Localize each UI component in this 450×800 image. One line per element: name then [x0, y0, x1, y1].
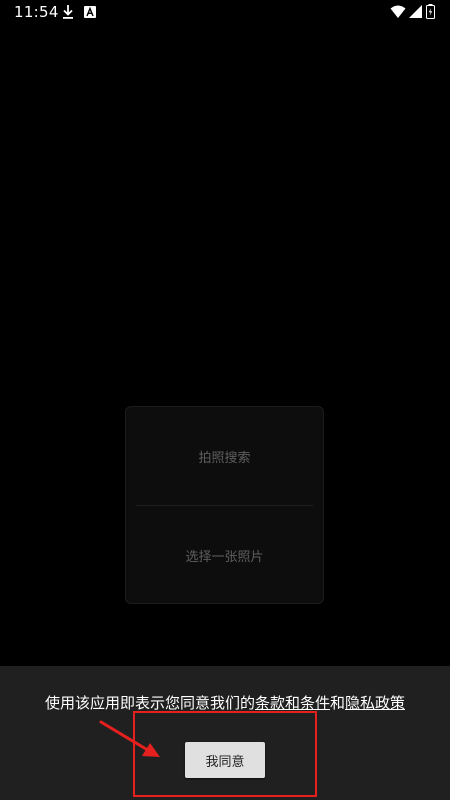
consent-text: 使用该应用即表示您同意我们的条款和条件和隐私政策: [0, 692, 450, 713]
consent-conjunction: 和: [330, 694, 346, 712]
agree-button[interactable]: 我同意: [185, 742, 265, 778]
take-photo-search-label: 拍照搜索: [198, 450, 251, 466]
download-icon: [63, 5, 73, 19]
privacy-policy-link[interactable]: 隐私政策: [345, 694, 405, 712]
screen: 11:54 拍照搜索 选择一张照片 使用该应用即表示您同意我们的条款和条件和隐私…: [0, 0, 450, 800]
photo-menu-card: 拍照搜索 选择一张照片: [125, 406, 324, 604]
battery-icon: [426, 4, 435, 19]
status-bar: 11:54: [0, 0, 450, 26]
signal-icon: [409, 5, 422, 18]
terms-link[interactable]: 条款和条件: [255, 694, 330, 712]
a-icon: [84, 6, 96, 18]
choose-photo-item[interactable]: 选择一张照片: [126, 506, 323, 604]
consent-prefix: 使用该应用即表示您同意我们的: [44, 694, 255, 712]
choose-photo-label: 选择一张照片: [185, 549, 264, 565]
status-time: 11:54: [14, 3, 59, 21]
wifi-icon: [390, 5, 406, 18]
consent-panel: 使用该应用即表示您同意我们的条款和条件和隐私政策 我同意: [0, 666, 450, 800]
take-photo-search-item[interactable]: 拍照搜索: [126, 407, 323, 505]
